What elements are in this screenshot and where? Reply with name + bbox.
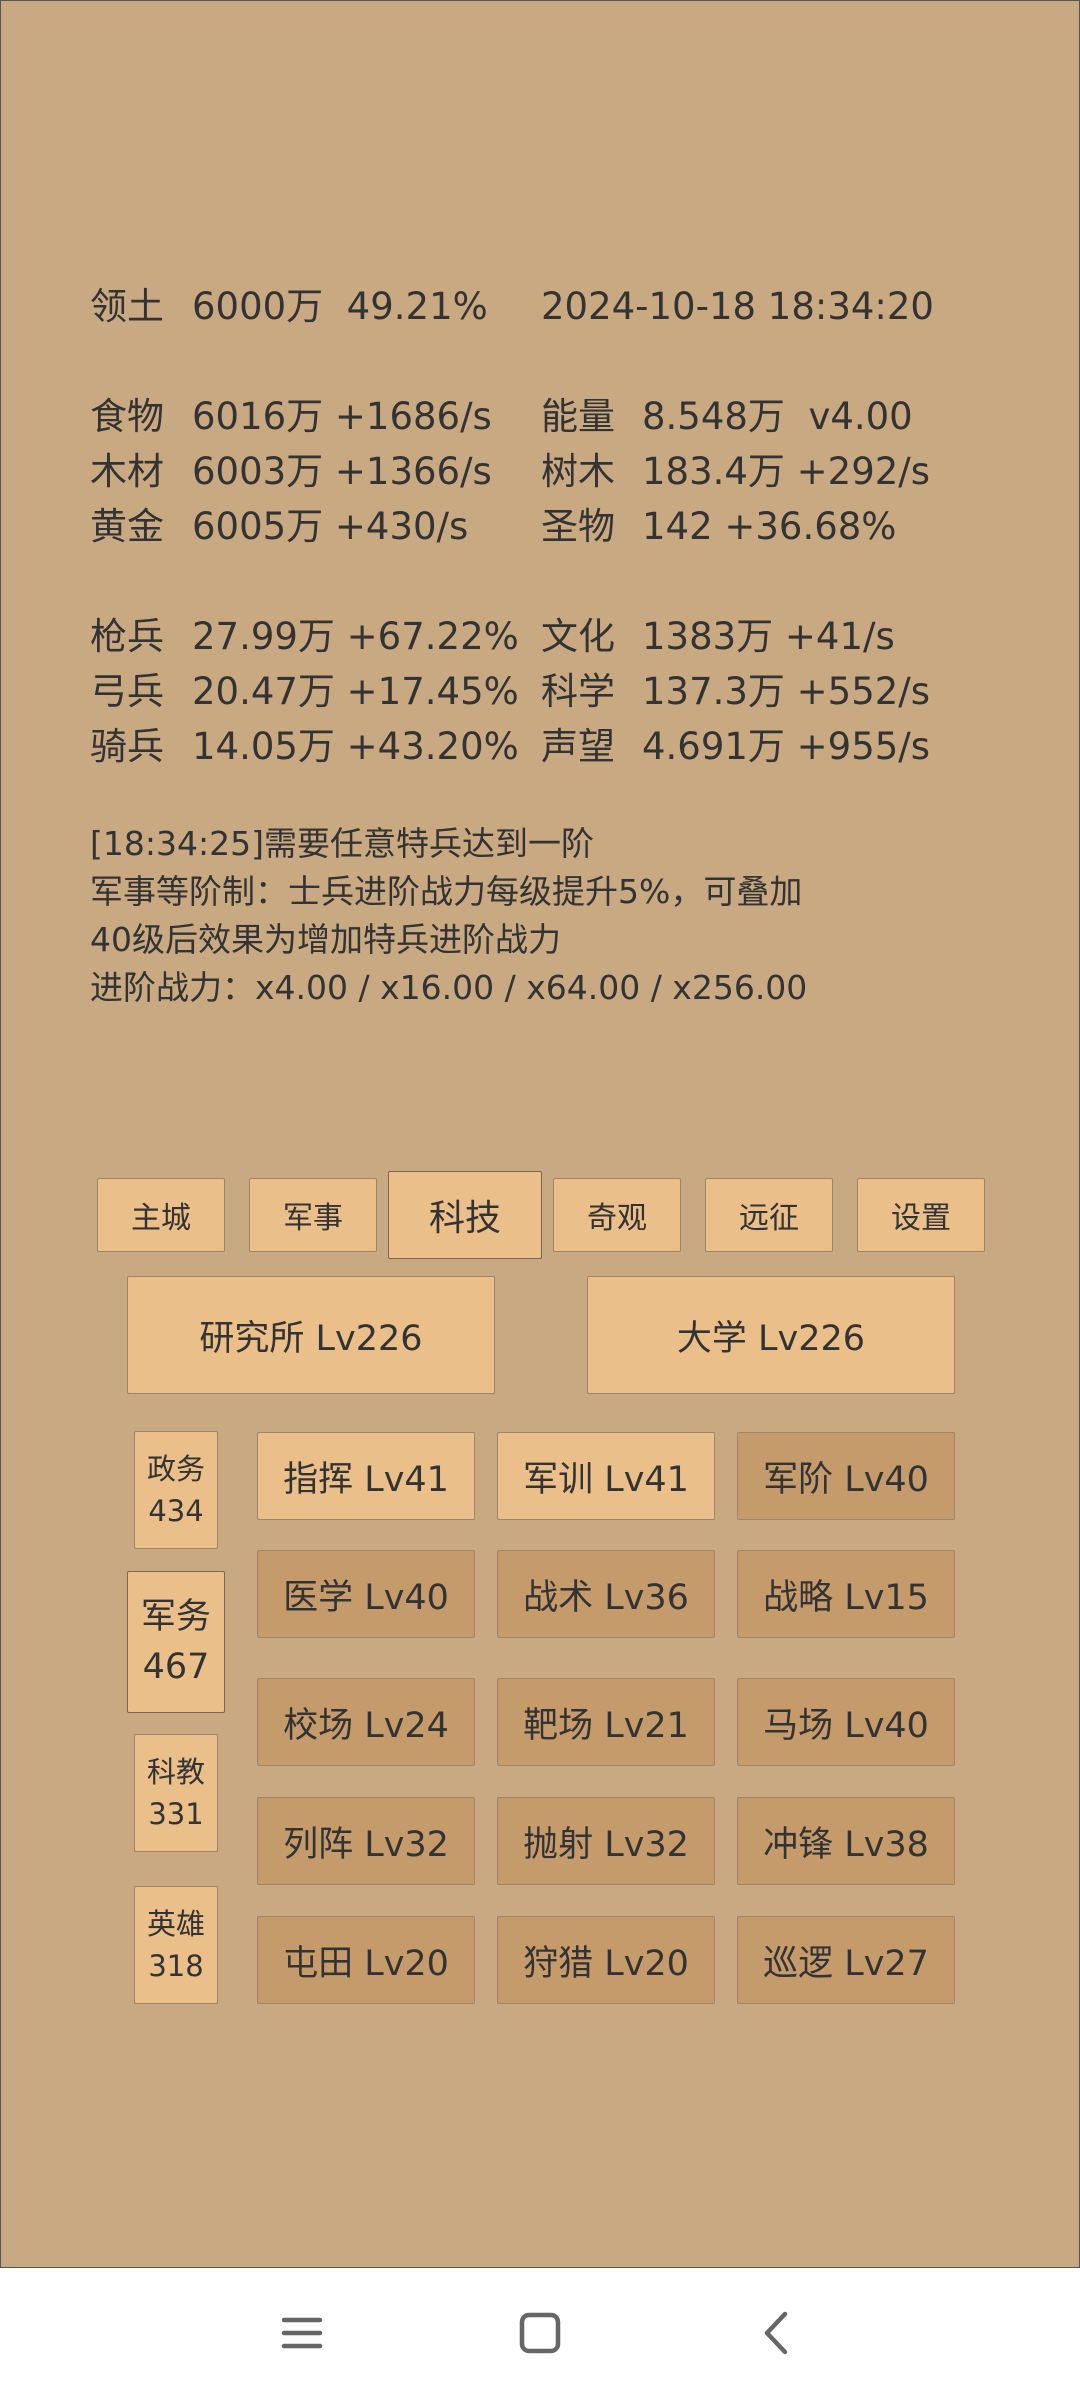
- category-military-affairs-name: 军务: [140, 1597, 211, 1637]
- tech-strategy-button[interactable]: 战略 Lv15: [737, 1550, 955, 1638]
- message-line-3: 40级后效果为增加特兵进阶战力: [90, 920, 561, 959]
- tech-charge-button[interactable]: 冲锋 Lv38: [737, 1797, 955, 1885]
- category-heroes-count: 318: [148, 1949, 204, 1983]
- tab-tech[interactable]: 科技: [388, 1171, 542, 1259]
- tab-main-city[interactable]: 主城: [97, 1178, 225, 1252]
- tech-farming-button[interactable]: 屯田 Lv20: [257, 1916, 475, 2004]
- category-heroes-name: 英雄: [146, 1907, 205, 1941]
- tech-command-button[interactable]: 指挥 Lv41: [257, 1432, 475, 1520]
- culture-value: 1383万 +41/s: [642, 615, 895, 658]
- cavalry-value: 14.05万 +43.20%: [192, 725, 519, 768]
- system-navigation-bar: [0, 2268, 1080, 2400]
- territory-value: 6000万 49.21%: [192, 285, 488, 328]
- category-politics-count: 434: [148, 1494, 204, 1528]
- science-label: 科学: [541, 670, 615, 713]
- university-button[interactable]: 大学 Lv226: [587, 1276, 955, 1394]
- tech-drill-ground-button[interactable]: 校场 Lv24: [257, 1678, 475, 1766]
- spear-value: 27.99万 +67.22%: [192, 615, 519, 658]
- wood-label: 木材: [90, 450, 164, 493]
- tree-label: 树木: [541, 450, 615, 493]
- food-value: 6016万 +1686/s: [192, 395, 492, 438]
- gold-value: 6005万 +430/s: [192, 505, 469, 548]
- category-science-education-name: 科教: [146, 1755, 205, 1789]
- science-value: 137.3万 +552/s: [642, 670, 931, 713]
- prestige-value: 4.691万 +955/s: [642, 725, 931, 768]
- home-icon[interactable]: [510, 2308, 570, 2358]
- category-heroes[interactable]: 英雄 318: [134, 1886, 218, 2004]
- category-military-affairs[interactable]: 军务 467: [127, 1571, 225, 1713]
- tech-hunting-button[interactable]: 狩猎 Lv20: [497, 1916, 715, 2004]
- spear-label: 枪兵: [90, 615, 164, 658]
- institute-button[interactable]: 研究所 Lv226: [127, 1276, 495, 1394]
- game-screen: 领土 6000万 49.21% 2024-10-18 18:34:20 食物 6…: [0, 0, 1080, 2268]
- tech-rank-button[interactable]: 军阶 Lv40: [737, 1432, 955, 1520]
- cavalry-label: 骑兵: [90, 725, 164, 768]
- tech-tactics-button[interactable]: 战术 Lv36: [497, 1550, 715, 1638]
- category-science-education-count: 331: [148, 1797, 204, 1831]
- food-label: 食物: [90, 395, 164, 438]
- category-science-education[interactable]: 科教 331: [134, 1734, 218, 1852]
- archer-label: 弓兵: [90, 670, 164, 713]
- datetime: 2024-10-18 18:34:20: [541, 285, 934, 328]
- tab-settings[interactable]: 设置: [857, 1178, 985, 1252]
- category-military-affairs-count: 467: [142, 1647, 210, 1687]
- message-line-2: 军事等阶制：士兵进阶战力每级提升5%，可叠加: [90, 872, 803, 911]
- menu-icon[interactable]: [272, 2308, 332, 2358]
- tech-medicine-button[interactable]: 医学 Lv40: [257, 1550, 475, 1638]
- relic-label: 圣物: [541, 505, 615, 548]
- tech-stable-button[interactable]: 马场 Lv40: [737, 1678, 955, 1766]
- wood-value: 6003万 +1366/s: [192, 450, 492, 493]
- energy-label: 能量: [541, 395, 615, 438]
- gold-label: 黄金: [90, 505, 164, 548]
- tab-expedition[interactable]: 远征: [705, 1178, 833, 1252]
- relic-value: 142 +36.68%: [642, 505, 897, 548]
- message-line-1: [18:34:25]需要任意特兵达到一阶: [90, 824, 594, 863]
- category-politics-name: 政务: [146, 1452, 205, 1486]
- tree-value: 183.4万 +292/s: [642, 450, 931, 493]
- tab-wonders[interactable]: 奇观: [553, 1178, 681, 1252]
- tech-formation-button[interactable]: 列阵 Lv32: [257, 1797, 475, 1885]
- culture-label: 文化: [541, 615, 615, 658]
- tech-shooting-range-button[interactable]: 靶场 Lv21: [497, 1678, 715, 1766]
- back-icon[interactable]: [745, 2308, 805, 2358]
- tech-training-button[interactable]: 军训 Lv41: [497, 1432, 715, 1520]
- territory-label: 领土: [90, 285, 164, 328]
- tab-military[interactable]: 军事: [249, 1178, 377, 1252]
- prestige-label: 声望: [541, 725, 615, 768]
- tech-patrol-button[interactable]: 巡逻 Lv27: [737, 1916, 955, 2004]
- message-line-4: 进阶战力：x4.00 / x16.00 / x64.00 / x256.00: [90, 968, 808, 1007]
- tech-throwing-button[interactable]: 抛射 Lv32: [497, 1797, 715, 1885]
- energy-value: 8.548万 v4.00: [642, 395, 913, 438]
- category-politics[interactable]: 政务 434: [134, 1431, 218, 1549]
- archer-value: 20.47万 +17.45%: [192, 670, 519, 713]
